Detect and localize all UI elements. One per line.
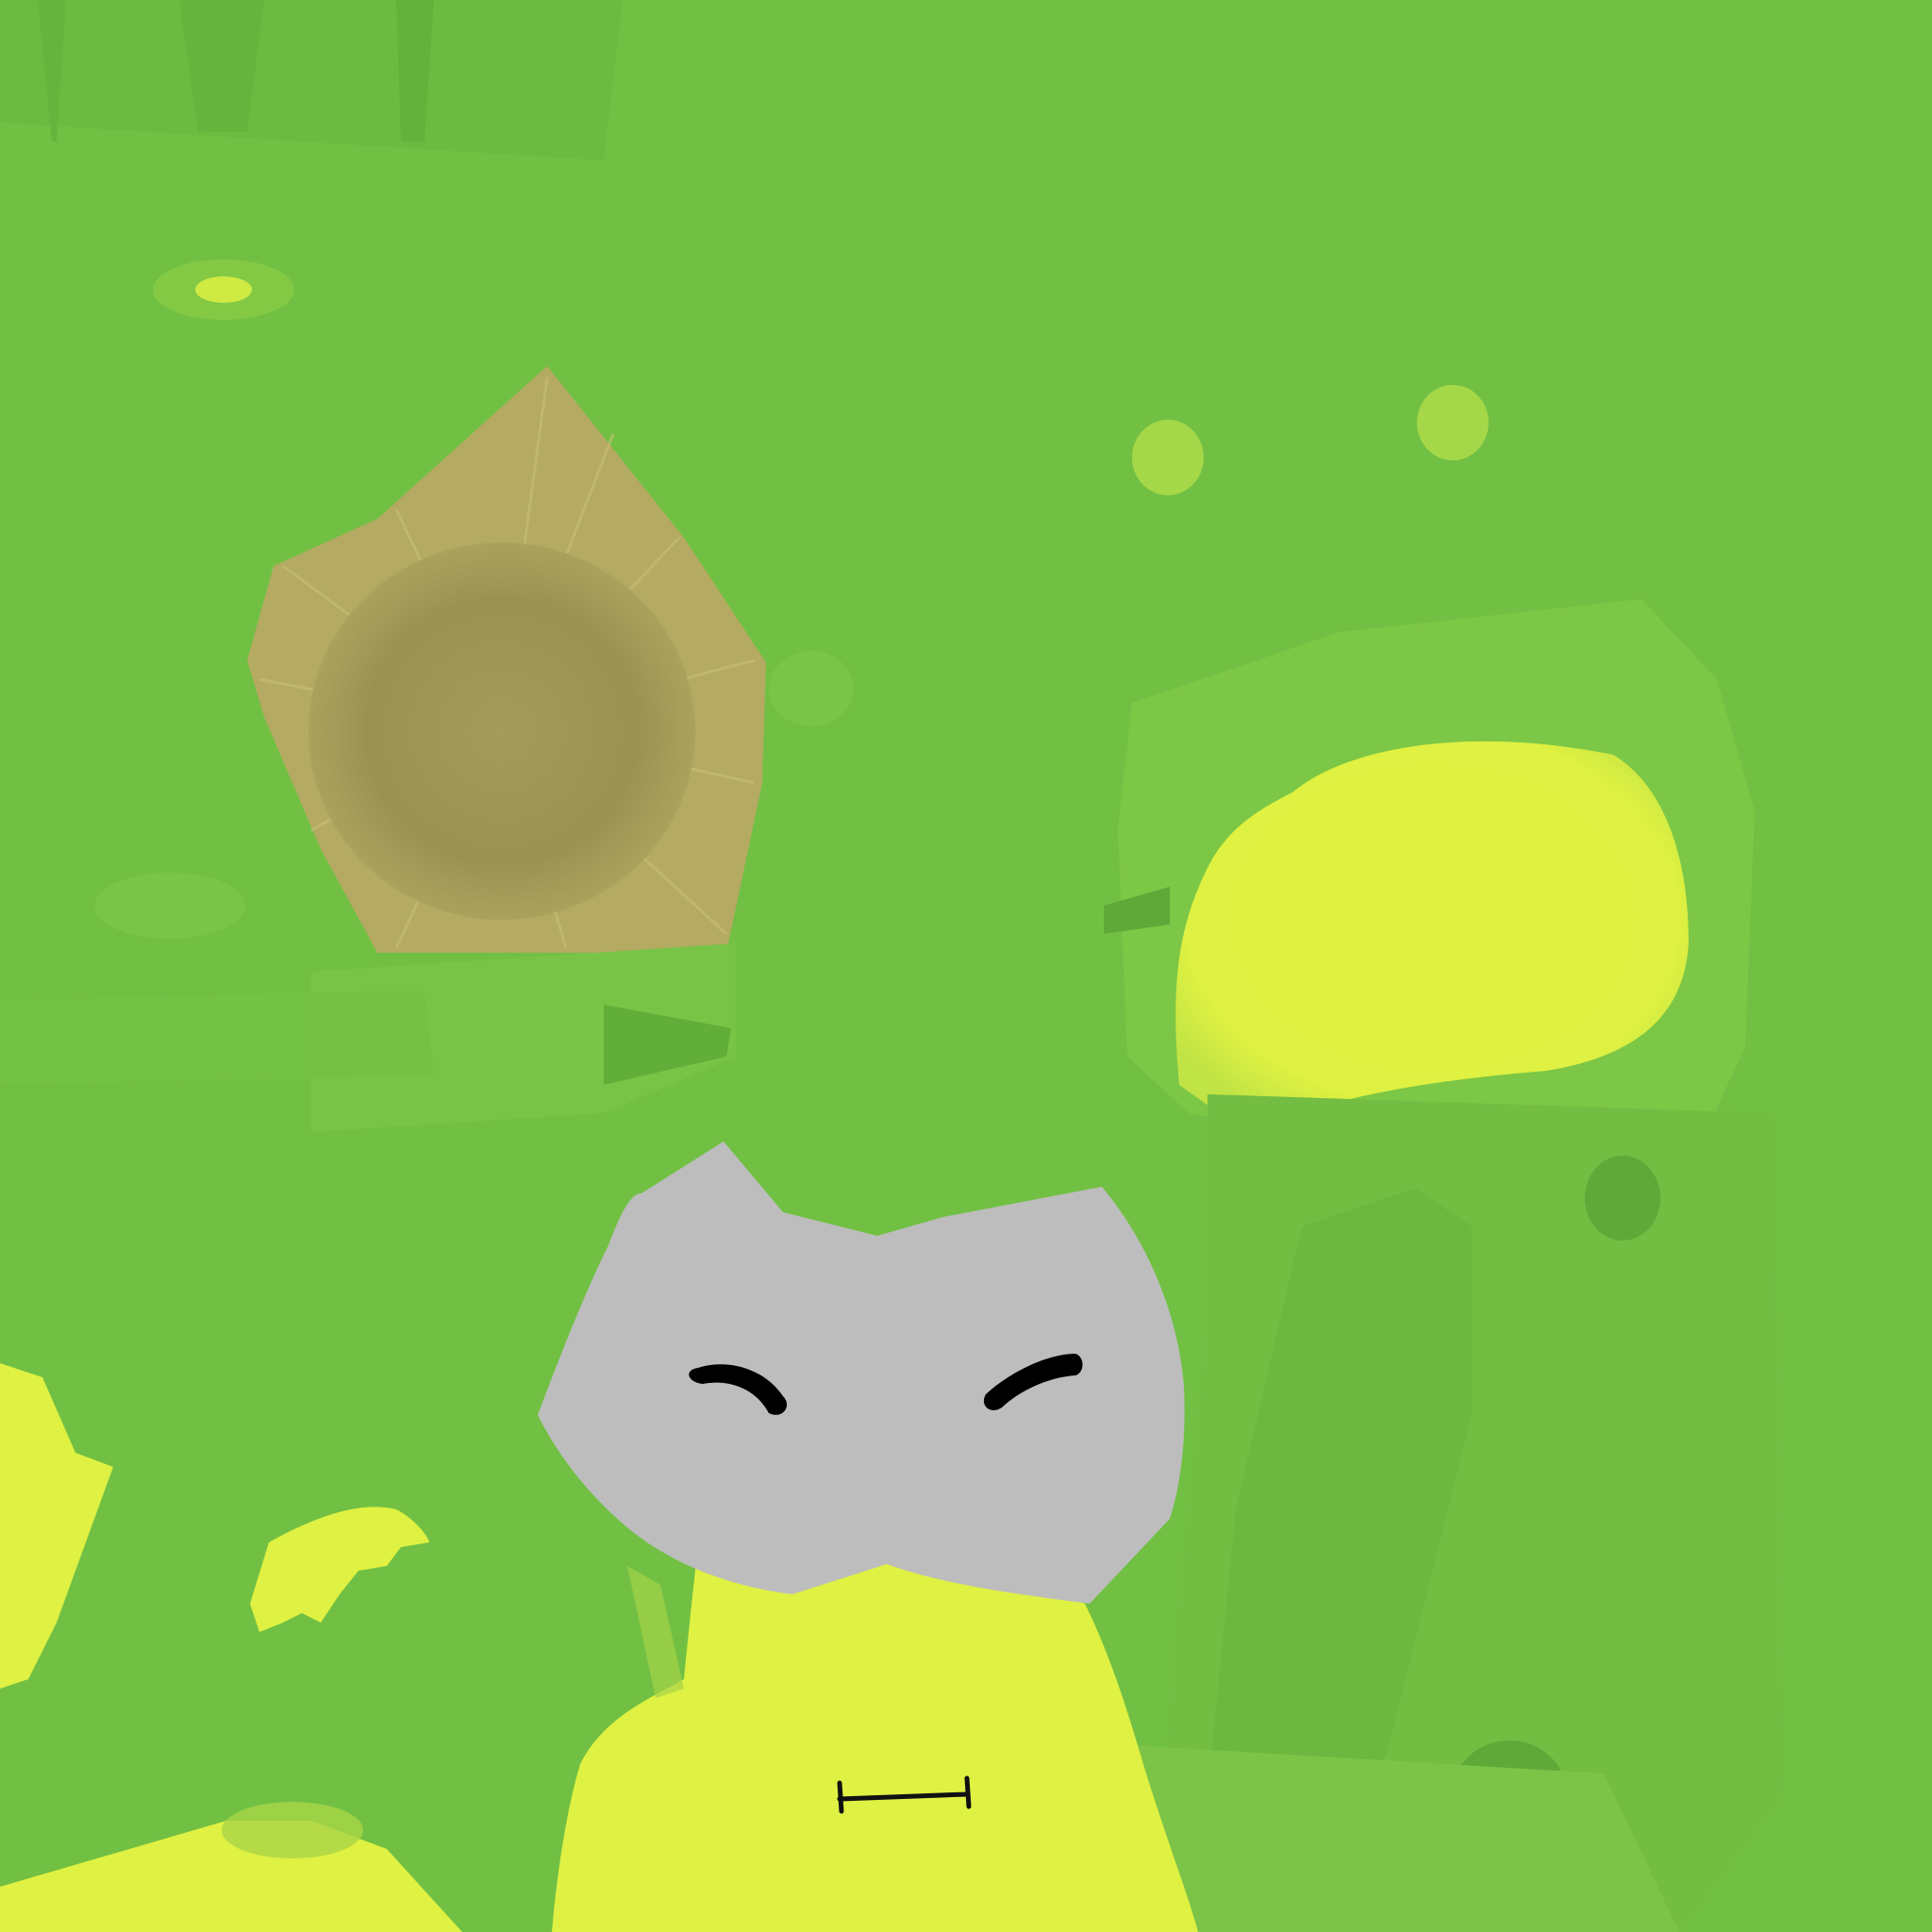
soft-patch-a (94, 873, 245, 939)
dark-knot-a (1585, 1156, 1660, 1241)
nub-glow-inner (195, 276, 252, 303)
dot-left (1132, 420, 1204, 495)
yellow-base-fade (222, 1802, 363, 1858)
column-right-light (1132, 1745, 1679, 1932)
dot-right (1417, 385, 1489, 460)
sun-core (308, 542, 695, 920)
texture-atlas-canvas (0, 0, 1932, 1932)
texture-atlas-art (0, 0, 1932, 1932)
soft-patch-b (769, 651, 854, 726)
ribbon-low-left (0, 991, 434, 1085)
